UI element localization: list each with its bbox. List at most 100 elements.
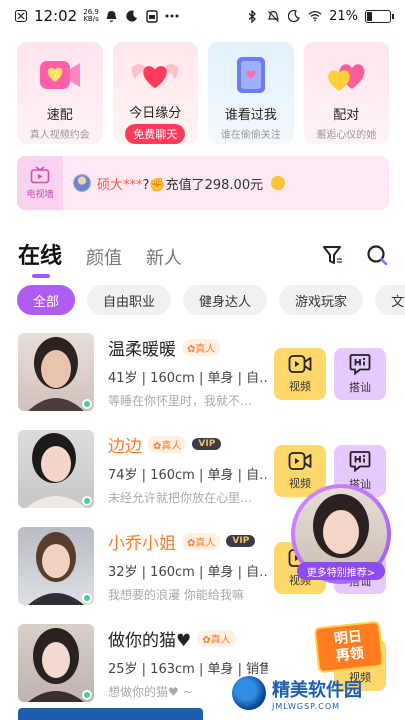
network-speed-unit: KB/s <box>83 15 99 23</box>
special-recommend-bubble[interactable]: 更多特别推荐> <box>291 484 391 584</box>
user-signature: 未经允许就把你放在心里… <box>108 491 253 505</box>
feature-todays-fate[interactable]: 今日缘分 免费聊天 <box>112 42 198 144</box>
double-heart-icon <box>321 50 371 100</box>
video-call-button[interactable]: 视频 <box>274 348 326 400</box>
feature-pairing[interactable]: 配对 邂逅心仪的她 <box>303 42 389 144</box>
hi-chat-icon <box>349 451 371 472</box>
video-button-label: 视频 <box>289 380 311 393</box>
recommend-label: 更多特别推荐> <box>297 562 385 580</box>
vip-badge: VIP <box>226 535 256 547</box>
chip-all[interactable]: 全部 <box>17 285 76 315</box>
tv-icon <box>30 166 50 184</box>
recharge-message: 硕大*** ?✊充值了298.00元 <box>73 174 286 193</box>
feature-who-viewed-me[interactable]: 谁看过我 谁在偷偷关注 <box>208 42 294 144</box>
feature-title: 配对 <box>333 108 360 123</box>
chip-freelance[interactable]: 自由职业 <box>87 285 172 315</box>
battery-percent: 21% <box>329 8 358 24</box>
more-dots-icon <box>165 9 179 23</box>
verified-real-text: 真人 <box>210 634 231 646</box>
hi-chat-icon <box>349 354 371 375</box>
chip-gamer[interactable]: 游戏玩家 <box>279 285 364 315</box>
profile-card-icon <box>226 50 276 100</box>
verified-real-badge: ✿真人 <box>182 532 221 550</box>
user-signature: 我想要的浪漫 你能给我嘛 <box>108 588 244 602</box>
network-speed: 26.9 KB/s <box>83 9 99 23</box>
filter-icon[interactable] <box>322 244 344 270</box>
user-signature: 等睡在你怀里时，我就不… <box>108 394 253 408</box>
feature-row: 速配 真人视频约会 今日缘分 免费聊天 谁看过我 谁在偷偷关注 配对 邂逅心仪的… <box>17 42 389 144</box>
category-tabs: 在线 颜值 新人 <box>18 234 388 278</box>
tab-looks[interactable]: 颜值 <box>86 244 122 270</box>
feature-title: 今日缘分 <box>129 106 182 121</box>
verified-real-badge: ✿真人 <box>182 338 221 356</box>
promo-sticker[interactable]: 明日 再领 <box>313 620 385 674</box>
online-indicator <box>82 496 92 506</box>
moon-icon <box>125 9 139 23</box>
sim-card-icon <box>145 9 159 23</box>
battery-icon <box>365 9 394 23</box>
feature-subtitle: 邂逅心仪的她 <box>316 130 377 141</box>
video-button-label: 视频 <box>289 477 311 490</box>
avatar <box>73 174 91 192</box>
user-photo[interactable] <box>18 527 94 605</box>
chip-fitness[interactable]: 健身达人 <box>183 285 268 315</box>
feature-title: 谁看过我 <box>224 108 277 123</box>
user-meta: 41岁 | 160cm | 单身 | 自… <box>108 371 268 386</box>
user-name: 做你的猫♥ <box>108 630 192 651</box>
user-name: 小乔小姐 <box>108 533 176 554</box>
recharge-text: ?✊充值了298.00元 <box>142 177 264 193</box>
online-indicator <box>82 399 92 409</box>
vip-badge: VIP <box>192 438 222 450</box>
watermark-site: JMLWGSP.COM <box>272 701 341 711</box>
feature-title: 速配 <box>46 108 73 123</box>
user-meta: 74岁 | 160cm | 单身 | 自… <box>108 468 268 483</box>
promo-line-2: 再领 <box>335 645 365 665</box>
user-meta: 32岁 | 160cm | 单身 | 自… <box>108 565 268 580</box>
dnd-moon-icon <box>287 9 301 23</box>
heart-video-icon <box>35 50 85 100</box>
chip-art[interactable]: 文艺 <box>375 285 405 315</box>
verified-real-text: 真人 <box>195 343 216 355</box>
wifi-icon <box>308 9 322 23</box>
alarm-icon <box>105 9 119 23</box>
greet-button[interactable]: 搭讪 <box>334 348 386 400</box>
tv-wall-banner[interactable]: 电视墙 硕大*** ?✊充值了298.00元 <box>17 156 389 210</box>
feature-quick-match[interactable]: 速配 真人视频约会 <box>17 42 103 144</box>
status-time: 12:02 <box>34 7 78 25</box>
coin-icon <box>271 176 286 190</box>
user-name: 温柔暖暖 <box>108 339 176 360</box>
status-bar: 12:02 26.9 KB/s 21% <box>0 0 405 32</box>
tab-online[interactable]: 在线 <box>18 238 62 278</box>
recharge-username: 硕大*** <box>97 177 143 193</box>
tv-wall-label: 电视墙 <box>26 190 54 200</box>
mute-bell-icon <box>266 9 280 23</box>
user-photo[interactable] <box>18 624 94 702</box>
greet-button-label: 搭讪 <box>349 381 371 394</box>
verified-real-text: 真人 <box>161 440 182 452</box>
interest-filter-chips: 全部 自由职业 健身达人 游戏玩家 文艺 <box>17 285 405 315</box>
free-chat-badge: 免费聊天 <box>125 124 186 144</box>
feature-subtitle: 谁在偷偷关注 <box>220 130 281 141</box>
user-photo[interactable] <box>18 333 94 411</box>
bluetooth-icon <box>245 9 259 23</box>
app-notification-icon <box>14 9 28 23</box>
video-camera-icon <box>288 355 312 373</box>
video-camera-icon <box>288 452 312 470</box>
verified-real-badge: ✿真人 <box>197 629 236 647</box>
tab-newcomer[interactable]: 新人 <box>146 244 182 270</box>
watermark-logo-icon <box>232 676 266 710</box>
tv-wall-button[interactable]: 电视墙 <box>17 156 63 210</box>
verified-real-badge: ✿真人 <box>148 435 187 453</box>
list-item[interactable]: 温柔暖暖 ✿真人 41岁 | 160cm | 单身 | 自… 等睡在你怀里时，我… <box>18 333 388 430</box>
winged-heart-icon <box>130 50 180 98</box>
online-indicator <box>82 690 92 700</box>
watermark-name: 精美软件园 <box>272 679 362 701</box>
search-icon[interactable] <box>366 244 388 270</box>
verified-real-text: 真人 <box>195 537 216 549</box>
user-name: 边边 <box>108 436 142 457</box>
next-item-preview <box>18 708 203 720</box>
site-watermark: 精美软件园 JMLWGSP.COM <box>232 673 382 713</box>
online-indicator <box>82 593 92 603</box>
user-photo[interactable] <box>18 430 94 508</box>
feature-subtitle: 真人视频约会 <box>29 130 90 141</box>
